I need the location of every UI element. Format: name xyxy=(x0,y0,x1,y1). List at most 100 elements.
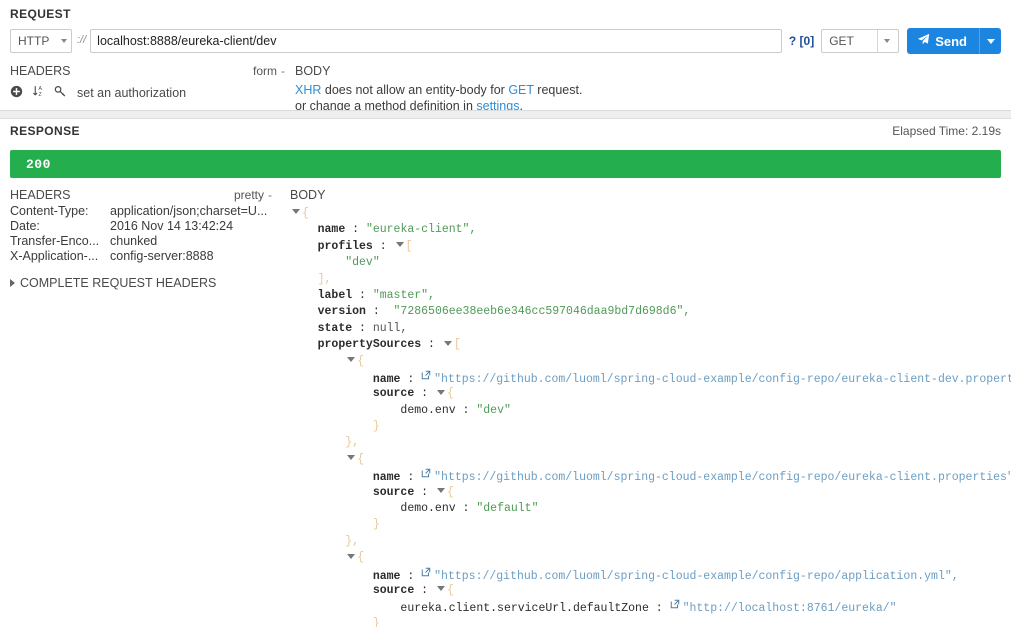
json-value: "https://github.com/luoml/spring-cloud-e… xyxy=(434,569,959,583)
header-value-cell: application/json;charset=U... xyxy=(110,204,268,218)
method-select-divider xyxy=(877,30,879,52)
json-value: ], xyxy=(317,272,332,286)
response-title-row: RESPONSE Elapsed Time: 2.19s xyxy=(10,124,1001,146)
json-colon: : xyxy=(455,403,477,417)
json-value: "default" xyxy=(476,502,539,516)
set-authorization-link[interactable]: set an authorization xyxy=(77,86,186,100)
json-line: } xyxy=(290,616,1011,627)
json-value: } xyxy=(372,518,380,532)
json-key: name xyxy=(372,471,401,485)
json-colon: : xyxy=(400,569,422,583)
complete-request-headers-label: COMPLETE REQUEST HEADERS xyxy=(20,276,217,290)
json-colon: : xyxy=(400,471,422,485)
json-value: [ xyxy=(453,338,461,352)
json-key: profiles xyxy=(317,239,373,253)
json-value: "eureka-client", xyxy=(365,223,477,237)
request-body-msg-end: request. xyxy=(533,83,583,97)
external-link-icon[interactable] xyxy=(421,468,431,484)
collapse-toggle-icon[interactable] xyxy=(436,389,445,395)
json-value: }, xyxy=(345,534,360,548)
json-colon: : xyxy=(365,305,394,319)
json-line: { xyxy=(290,206,1011,222)
request-body-msg-mid: does not allow an entity-body for xyxy=(321,83,509,97)
json-value: { xyxy=(446,485,454,499)
json-key: propertySources xyxy=(317,338,422,352)
get-method-link[interactable]: GET xyxy=(508,83,533,97)
json-colon: : xyxy=(345,223,366,237)
request-headers-label: HEADERS xyxy=(10,64,71,78)
json-line: { xyxy=(290,550,1011,566)
json-value: "https://github.com/luoml/spring-cloud-e… xyxy=(434,373,1011,387)
header-value-cell: config-server:8888 xyxy=(110,249,214,263)
json-line: label : "master", xyxy=(290,288,1011,304)
header-value-cell: chunked xyxy=(110,234,158,248)
request-headers-viewmode-dropdown[interactable]: form - xyxy=(253,64,285,78)
response-headers-panel: HEADERS pretty - Content-Type: applicatio… xyxy=(10,188,280,627)
status-bar: 200 xyxy=(10,150,1001,178)
collapse-toggle-icon[interactable] xyxy=(436,488,445,494)
json-value: "master", xyxy=(372,288,435,302)
request-columns: HEADERS form - A Z set an authorization … xyxy=(10,64,1001,114)
send-button[interactable]: Send xyxy=(907,28,979,54)
xhr-link[interactable]: XHR xyxy=(295,83,321,97)
request-body-panel: BODY XHR does not allow an entity-body f… xyxy=(285,64,1001,114)
json-line: } xyxy=(290,419,1011,435)
chevron-down-icon xyxy=(61,39,67,43)
json-line: } xyxy=(290,517,1011,533)
response-headers-viewmode-dropdown[interactable]: pretty - xyxy=(234,188,272,202)
json-line: }, xyxy=(290,534,1011,550)
collapse-toggle-icon[interactable] xyxy=(443,340,452,346)
json-line: { xyxy=(290,354,1011,370)
request-headers-viewmode-label: form xyxy=(253,64,277,78)
external-link-icon[interactable] xyxy=(421,370,431,386)
query-params-count[interactable]: ? [0] xyxy=(782,34,821,48)
collapse-toggle-icon[interactable] xyxy=(395,242,404,248)
json-colon: : xyxy=(421,338,442,352)
collapse-toggle-icon[interactable] xyxy=(436,586,445,592)
url-input[interactable] xyxy=(90,29,782,53)
table-row: X-Application-... config-server:8888 xyxy=(10,249,272,264)
collapse-toggle-icon[interactable] xyxy=(347,455,356,461)
json-line: "dev" xyxy=(290,255,1011,271)
json-viewer: { name : "eureka-client", profiles : [ "… xyxy=(290,206,1011,627)
json-value: "7286506ee38eeb6e346cc597046daa9bd7d698d… xyxy=(393,305,691,319)
json-colon: : xyxy=(400,373,422,387)
json-key: eureka.client.serviceUrl.defaultZone xyxy=(400,602,649,616)
json-colon: : xyxy=(414,583,435,597)
complete-request-headers-toggle[interactable]: COMPLETE REQUEST HEADERS xyxy=(10,276,272,290)
response-body-header: BODY pretty - xyxy=(290,188,1011,202)
method-select[interactable]: GET xyxy=(821,29,900,53)
request-headers-panel: HEADERS form - A Z set an authorization xyxy=(10,64,285,114)
json-value: { xyxy=(446,583,454,597)
add-header-icon[interactable] xyxy=(10,85,23,101)
json-key: name xyxy=(372,373,401,387)
protocol-select[interactable]: HTTP xyxy=(10,29,72,53)
header-name-cell: Transfer-Enco... xyxy=(10,234,100,248)
external-link-icon[interactable] xyxy=(421,567,431,583)
collapse-toggle-icon[interactable] xyxy=(347,553,356,559)
sort-headers-icon[interactable]: A Z xyxy=(32,84,45,101)
json-value: { xyxy=(357,452,365,466)
table-row: Transfer-Enco... chunked xyxy=(10,234,272,249)
protocol-separator-label: :// xyxy=(77,34,87,46)
json-line: source : { xyxy=(290,386,1011,402)
json-colon: : xyxy=(372,239,394,253)
authorization-key-icon[interactable] xyxy=(54,85,67,101)
json-value: { xyxy=(302,207,309,220)
json-colon: : xyxy=(414,387,435,401)
json-key: name xyxy=(317,223,346,237)
json-line: name : "eureka-client", xyxy=(290,222,1011,238)
json-value: { xyxy=(357,551,365,565)
json-value: "dev" xyxy=(476,403,511,417)
json-line: }, xyxy=(290,435,1011,451)
response-headers-header: HEADERS pretty - xyxy=(10,188,272,202)
chevron-down-icon xyxy=(986,38,995,44)
protocol-select-label: HTTP xyxy=(18,34,50,48)
json-line: demo.env : "default" xyxy=(290,501,1011,517)
collapse-toggle-icon[interactable] xyxy=(347,356,356,362)
external-link-icon[interactable] xyxy=(670,599,680,615)
collapse-toggle-icon[interactable] xyxy=(292,209,300,215)
paper-plane-icon xyxy=(917,33,930,49)
send-options-button[interactable] xyxy=(979,28,1001,54)
response-headers-label: HEADERS xyxy=(10,188,71,202)
